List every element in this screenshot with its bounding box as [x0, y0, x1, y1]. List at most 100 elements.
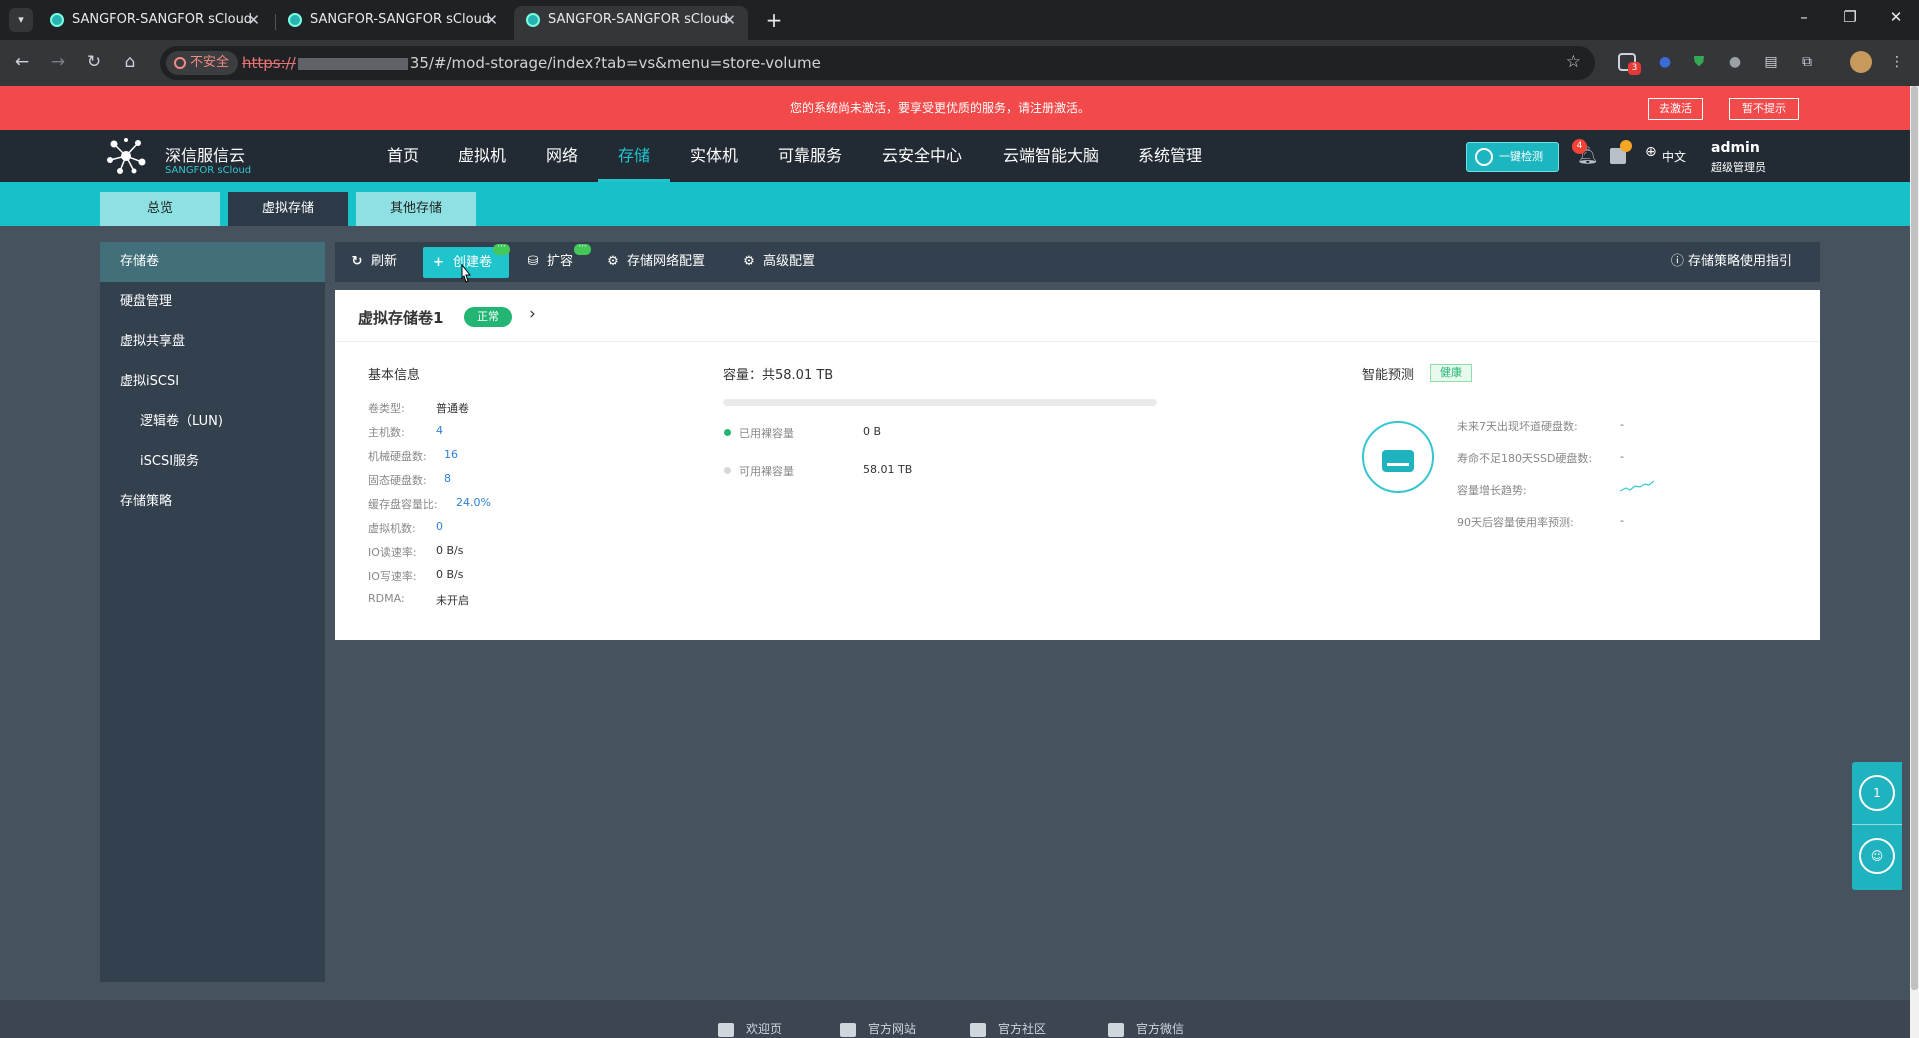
- vm-count-link[interactable]: 0: [436, 520, 443, 533]
- window-close-icon[interactable]: ✕: [1884, 8, 1908, 26]
- tab-overview[interactable]: 总览: [100, 192, 220, 226]
- language-switch[interactable]: 中文: [1662, 148, 1686, 165]
- guide-label: 存储策略使用指引: [1687, 254, 1792, 269]
- extension-page-icon[interactable]: ▤: [1760, 51, 1782, 73]
- sidebar-item-iscsi-service[interactable]: iSCSI服务: [100, 442, 325, 482]
- sidebar-item-disks[interactable]: 硬盘管理: [100, 282, 325, 322]
- bookmark-star-icon[interactable]: ☆: [1566, 52, 1581, 72]
- info-label: IO写速率:: [368, 570, 417, 583]
- extension-shield-icon[interactable]: ⛊: [1688, 51, 1710, 73]
- footer-wechat-link[interactable]: 官方微信: [1108, 1020, 1184, 1037]
- tab-title: SANGFOR-SANGFOR sCloud: [310, 12, 491, 27]
- advanced-config-button[interactable]: ⚙ 高级配置: [741, 242, 815, 282]
- cache-ratio-link[interactable]: 24.0%: [456, 496, 491, 509]
- refresh-icon: ↻: [351, 254, 363, 269]
- browser-tab-3-active[interactable]: SANGFOR-SANGFOR sCloud ✕: [514, 6, 748, 40]
- browser-menu-icon[interactable]: ⋮: [1886, 51, 1908, 73]
- volume-card: 虚拟存储卷1 正常 › 基本信息 卷类型: 普通卷 主机数: 4 机械硬盘数: …: [335, 290, 1820, 640]
- page-scrollbar[interactable]: [1910, 86, 1919, 1038]
- reload-icon[interactable]: ↻: [82, 52, 106, 72]
- minimize-icon[interactable]: –: [1792, 8, 1816, 26]
- info-value: 0 B/s: [436, 568, 464, 581]
- check-label: 一键检测: [1499, 150, 1543, 163]
- hdd-count-link[interactable]: 16: [444, 448, 458, 461]
- activate-button[interactable]: 去激活: [1648, 98, 1703, 120]
- extension-dot-icon[interactable]: ●: [1724, 51, 1746, 73]
- footer-label: 官方网站: [868, 1022, 917, 1036]
- home-icon: [840, 1022, 856, 1037]
- nav-cloud-brain[interactable]: 云端智能大脑: [998, 130, 1104, 182]
- tab-close-icon[interactable]: ✕: [485, 6, 498, 34]
- gear-icon: ⚙: [743, 254, 755, 269]
- assistant-robot-icon[interactable]: ☺: [1859, 838, 1895, 874]
- sidebar-item-policy[interactable]: 存储策略: [100, 482, 325, 522]
- address-bar[interactable]: 不安全 https:// 35/#/mod-storage/index?tab=v…: [160, 46, 1595, 80]
- info-value: 0 B/s: [436, 544, 464, 557]
- tab-search-chevron-icon[interactable]: ▾: [9, 8, 33, 32]
- storage-network-config-button[interactable]: ⚙ 存储网络配置: [605, 242, 705, 282]
- chevron-right-icon[interactable]: ›: [529, 304, 536, 324]
- nav-network[interactable]: 网络: [540, 130, 584, 182]
- browser-tab-2[interactable]: SANGFOR-SANGFOR sCloud ✕: [276, 6, 510, 40]
- extensions-puzzle-icon[interactable]: ⧉: [1796, 51, 1818, 73]
- nav-security-center[interactable]: 云安全中心: [878, 130, 966, 182]
- globe-icon[interactable]: ⊕: [1645, 144, 1657, 160]
- nav-vm[interactable]: 虚拟机: [451, 130, 513, 182]
- host-count-link[interactable]: 4: [436, 424, 443, 437]
- extension-circle-icon[interactable]: ●: [1654, 51, 1676, 73]
- sangfor-logo-icon: [107, 138, 146, 174]
- scrollbar-thumb[interactable]: [1911, 86, 1918, 990]
- home-icon[interactable]: ⌂: [118, 52, 142, 72]
- not-secure-chip[interactable]: 不安全: [166, 51, 239, 75]
- storage-subnav: 总览 虚拟存储 其他存储: [0, 182, 1910, 226]
- sangfor-favicon-icon: [526, 13, 540, 27]
- nav-storage[interactable]: 存储: [598, 130, 670, 182]
- ssd-count-link[interactable]: 8: [444, 472, 451, 485]
- dismiss-banner-button[interactable]: 暂不提示: [1729, 98, 1799, 120]
- refresh-button[interactable]: ↻ 刷新: [349, 242, 397, 282]
- volume-card-header[interactable]: 虚拟存储卷1 正常 ›: [335, 290, 1820, 342]
- page-footer: 欢迎页 官方网站 官方社区 官方微信: [0, 1000, 1910, 1038]
- prediction-value: -: [1620, 418, 1624, 431]
- restore-icon[interactable]: ❐: [1838, 8, 1862, 26]
- footer-community-link[interactable]: 官方社区: [970, 1020, 1046, 1037]
- sidebar-item-volumes[interactable]: 存储卷: [100, 242, 325, 282]
- nav-reliability[interactable]: 可靠服务: [775, 130, 845, 182]
- prediction-label: 未来7天出现坏道硬盘数:: [1457, 420, 1578, 433]
- step-guide-button[interactable]: 1: [1859, 775, 1895, 811]
- one-click-check-button[interactable]: 一键检测: [1466, 142, 1559, 172]
- status-badge: 正常: [464, 307, 512, 327]
- sidebar-item-lun[interactable]: 逻辑卷（LUN): [100, 402, 325, 442]
- capacity-bar: [723, 399, 1157, 406]
- sidebar-item-iscsi[interactable]: 虚拟iSCSI: [100, 362, 325, 402]
- user-name[interactable]: admin: [1711, 140, 1760, 156]
- tab-other-storage[interactable]: 其他存储: [356, 192, 476, 226]
- expand-button[interactable]: ⛁ 扩容: [525, 242, 573, 282]
- profile-avatar-icon[interactable]: [1850, 51, 1872, 73]
- app-header: 深信服信云 SANGFOR sCloud 首页 虚拟机 网络 存储 实体机 可靠…: [0, 130, 1910, 182]
- footer-website-link[interactable]: 官方网站: [840, 1020, 916, 1037]
- back-arrow-icon[interactable]: ←: [10, 52, 34, 72]
- nav-system[interactable]: 系统管理: [1134, 130, 1206, 182]
- forward-arrow-icon[interactable]: →: [46, 52, 70, 72]
- tab-close-icon[interactable]: ✕: [723, 6, 736, 34]
- sangfor-favicon-icon: [288, 13, 302, 27]
- predict-title: 智能预测: [1362, 368, 1415, 383]
- policy-guide-link[interactable]: ⓘ 存储策略使用指引: [1671, 242, 1792, 282]
- volume-name[interactable]: 虚拟存储卷1: [358, 307, 443, 328]
- info-label: IO读速率:: [368, 546, 417, 559]
- browser-tab-1[interactable]: SANGFOR-SANGFOR sCloud ✕: [38, 6, 272, 40]
- browser-tabstrip: ▾ SANGFOR-SANGFOR sCloud ✕ SANGFOR-SANGF…: [0, 0, 1919, 40]
- capacity-trend-sparkline: [1620, 480, 1654, 492]
- url-text[interactable]: https:// 35/#/mod-storage/index?tab=vs&me…: [242, 46, 821, 80]
- floating-helper: 1 ☺: [1852, 762, 1902, 890]
- new-tab-button[interactable]: +: [760, 6, 788, 34]
- nav-physical[interactable]: 实体机: [686, 130, 742, 182]
- footer-welcome-link[interactable]: 欢迎页: [718, 1020, 782, 1037]
- volume-toolbar: ↻ 刷新 + 创建卷 ··· ⛁ 扩容 ··· ⚙ 存储网络配置 ⚙ 高级配置 ⓘ 存储策…: [335, 242, 1820, 282]
- tab-virtual-storage[interactable]: 虚拟存储: [228, 192, 348, 226]
- sidebar-item-shared-disk[interactable]: 虚拟共享盘: [100, 322, 325, 362]
- tab-title: SANGFOR-SANGFOR sCloud: [72, 12, 253, 27]
- nav-home[interactable]: 首页: [380, 130, 426, 182]
- tab-close-icon[interactable]: ✕: [247, 6, 260, 34]
